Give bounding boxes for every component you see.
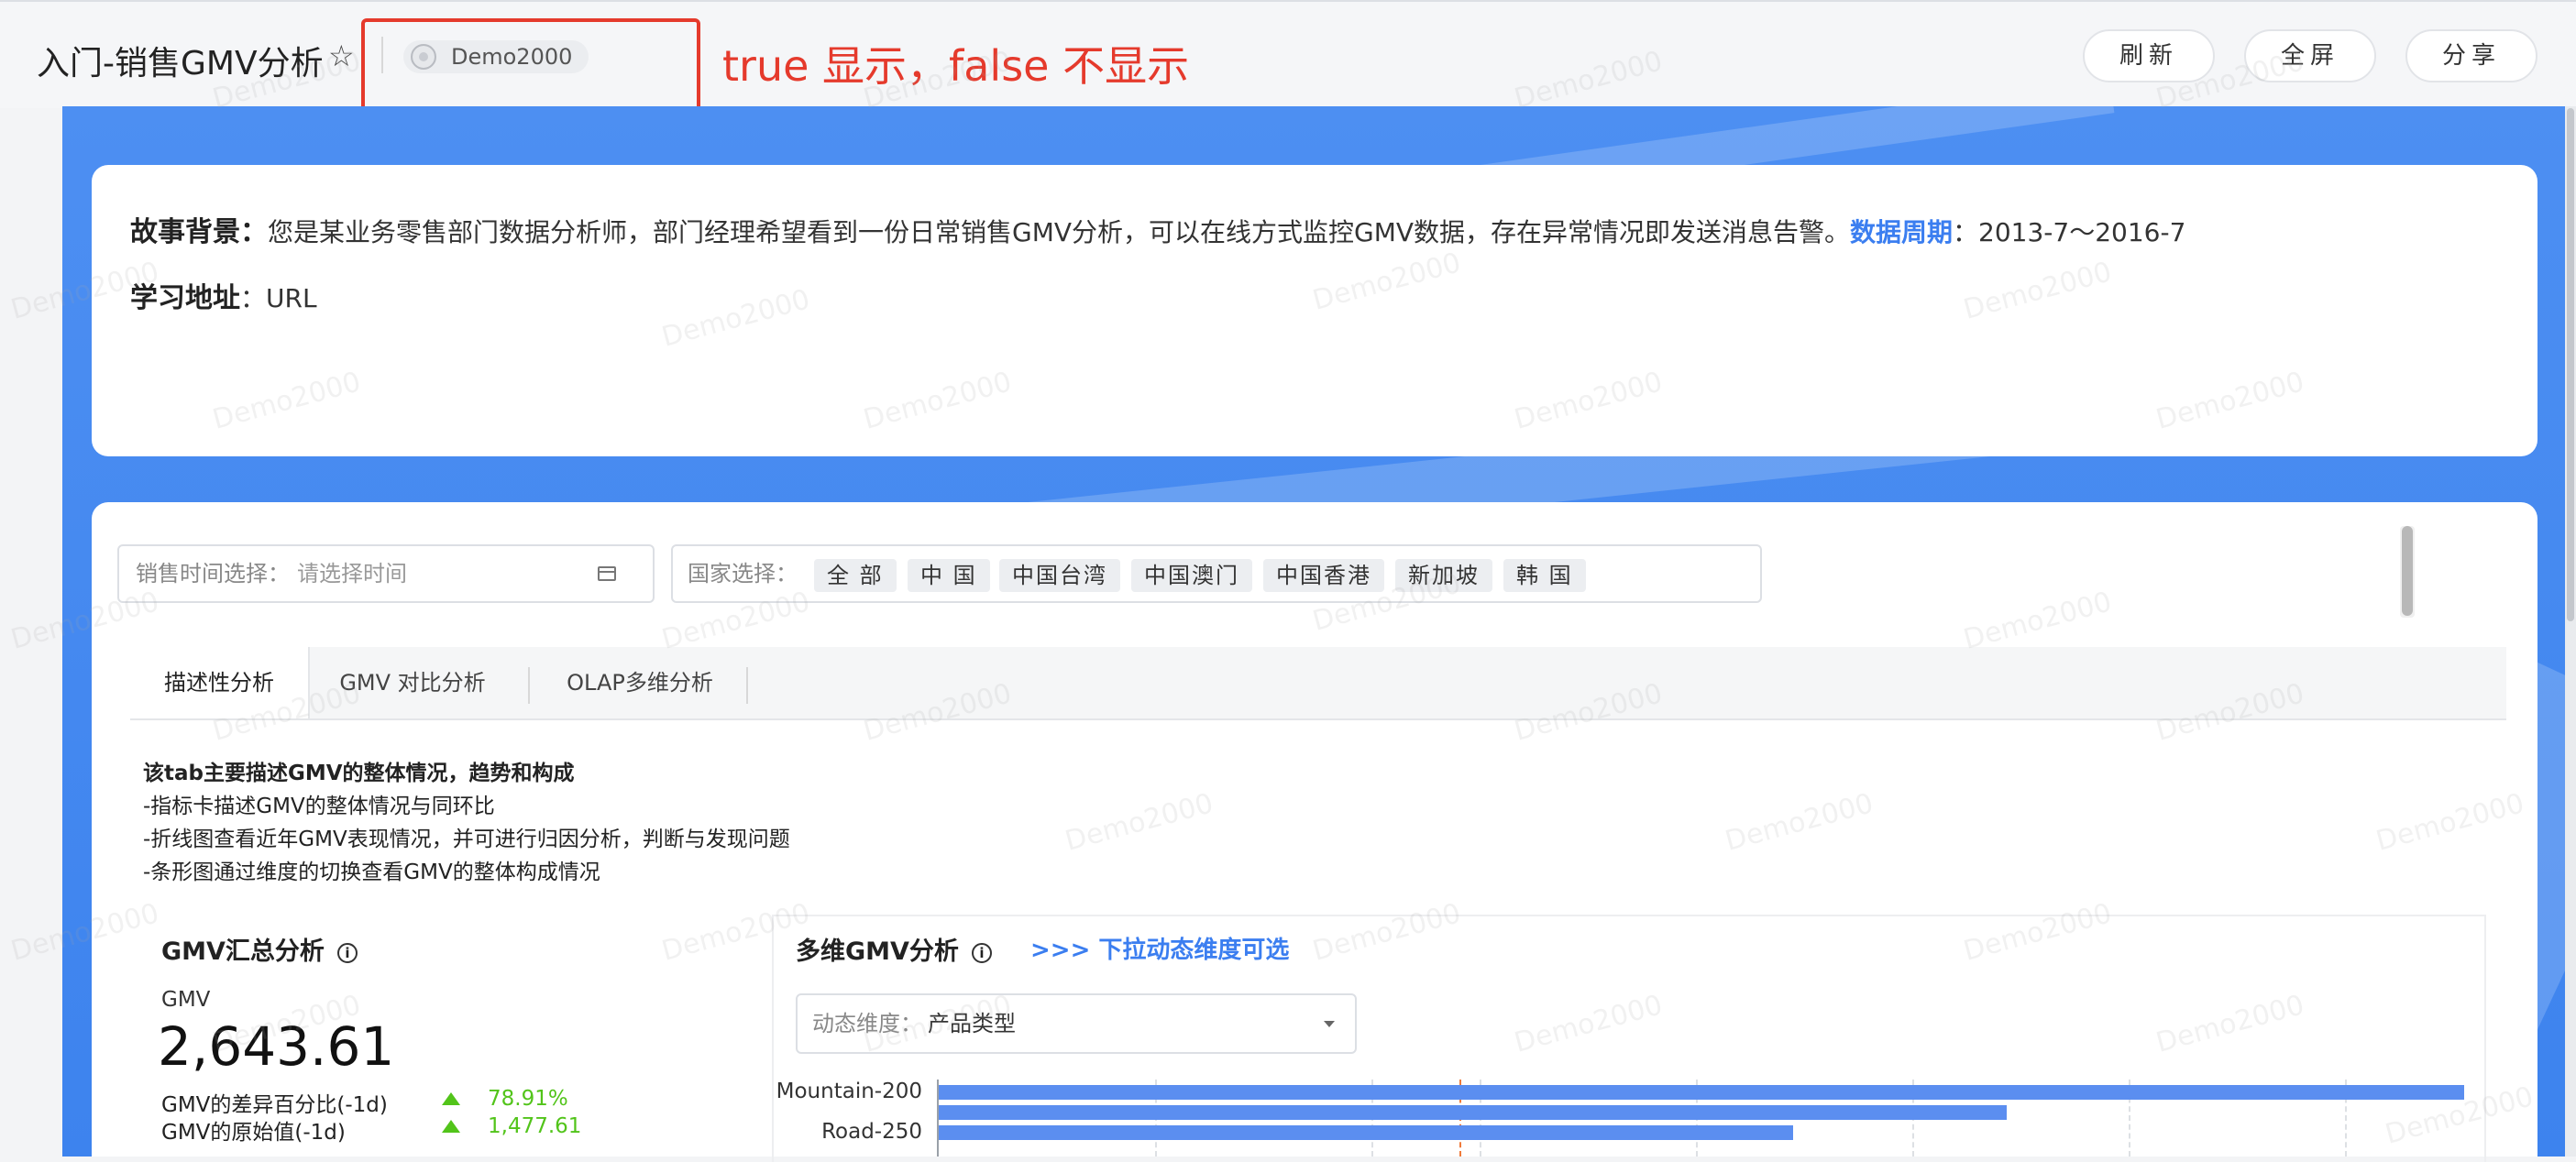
sale-time-label: 销售时间选择： — [136, 561, 290, 586]
tab-description: 该tab主要描述GMV的整体情况，趋势和构成 -指标卡描述GMV的整体情况与同环… — [143, 757, 790, 889]
chart-bar[interactable] — [939, 1105, 2007, 1120]
page-scrollbar[interactable] — [2565, 106, 2576, 1157]
chart-bar[interactable] — [939, 1125, 1793, 1140]
annotation-highlight-box — [361, 18, 700, 115]
country-filter: 国家选择： 全 部 中 国 中国台湾 中国澳门 中国香港 新加坡 韩 国 — [671, 544, 1762, 603]
dimension-select-label: 动态维度： — [812, 1011, 922, 1036]
up-arrow-icon — [442, 1120, 460, 1133]
refresh-button[interactable]: 刷新 — [2083, 29, 2215, 82]
info-icon[interactable]: i — [971, 942, 992, 963]
dimension-select-value: 产品类型 — [928, 1011, 1016, 1036]
tab-olap[interactable]: OLAP多维分析 — [530, 647, 750, 718]
country-chip-taiwan[interactable]: 中国台湾 — [999, 559, 1120, 592]
country-chip-korea[interactable]: 韩 国 — [1503, 559, 1586, 592]
country-chip-hongkong[interactable]: 中国香港 — [1263, 559, 1384, 592]
kpi-title-text: GMV汇总分析 — [161, 937, 325, 966]
kpi-raw-value: 1,477.61 — [488, 1114, 582, 1138]
story-background: 故事背景：您是某业务零售部门数据分析师，部门经理希望看到一份日常销售GMV分析，… — [130, 209, 2185, 249]
chart-category-label: Road-250 — [821, 1120, 922, 1144]
kpi-value: 2,643.61 — [158, 1015, 395, 1078]
dashboard-title: 入门-销售GMV分析 — [37, 45, 324, 82]
country-chip-all[interactable]: 全 部 — [814, 559, 897, 592]
multidim-title: 多维GMV分析 i — [796, 931, 992, 967]
up-arrow-icon — [442, 1092, 460, 1105]
sale-time-filter[interactable]: 销售时间选择： 请选择时间 — [117, 544, 655, 603]
share-button[interactable]: 分享 — [2405, 29, 2537, 82]
story-card: 故事背景：您是某业务零售部门数据分析师，部门经理希望看到一份日常销售GMV分析，… — [92, 165, 2537, 456]
description-heading: 该tab主要描述GMV的整体情况，趋势和构成 — [143, 762, 575, 785]
favorite-star-icon[interactable]: ☆ — [328, 38, 355, 73]
country-chip-china[interactable]: 中 国 — [908, 559, 990, 592]
info-icon[interactable]: i — [336, 942, 358, 963]
chart-category-label: Mountain-200 — [776, 1080, 922, 1103]
study-url-label: 学习地址 — [130, 282, 240, 314]
kpi-raw-row: GMV的原始值(-1d) 1,477.61 — [161, 1114, 581, 1146]
gmv-bar-chart: Mountain-200 Road-250 — [772, 1080, 2486, 1157]
sale-time-placeholder[interactable]: 请选择时间 — [297, 561, 407, 586]
country-chip-macau[interactable]: 中国澳门 — [1131, 559, 1252, 592]
kpi-diff-row: GMV的差异百分比(-1d) 78.91% — [161, 1087, 568, 1118]
fullscreen-button[interactable]: 全屏 — [2244, 29, 2376, 82]
description-line: -条形图通过维度的切换查看GMV的整体构成情况 — [143, 861, 600, 884]
multidim-hint: >>> 下拉动态维度可选 — [1030, 937, 1290, 964]
filter-scroll-thumb[interactable] — [2402, 526, 2413, 616]
tab-bar: 描述性分析 GMV 对比分析 OLAP多维分析 — [130, 647, 2506, 720]
tab-descriptive[interactable]: 描述性分析 — [130, 647, 310, 718]
country-chip-singapore[interactable]: 新加坡 — [1395, 559, 1492, 592]
filter-scrollbar[interactable] — [2400, 526, 2415, 618]
kpi-card-title: GMV汇总分析 i — [161, 931, 358, 967]
data-period-label: 数据周期 — [1850, 217, 1954, 247]
data-period-value: ：2013-7～2016-7 — [1953, 217, 2186, 247]
annotation-text: true 显示，false 不显示 — [722, 41, 1190, 91]
kpi-raw-label: GMV的原始值(-1d) — [161, 1121, 346, 1145]
chart-bar[interactable] — [939, 1085, 2464, 1100]
tab-gmv-compare[interactable]: GMV 对比分析 — [314, 647, 512, 718]
chevron-down-icon[interactable] — [1324, 1021, 1335, 1027]
kpi-label: GMV — [161, 988, 211, 1012]
page-scroll-thumb[interactable] — [2567, 108, 2574, 621]
description-line: -指标卡描述GMV的整体情况与同环比 — [143, 795, 495, 818]
calendar-icon[interactable] — [598, 566, 616, 581]
country-filter-label: 国家选择： — [688, 561, 798, 586]
analysis-panel: 销售时间选择： 请选择时间 国家选择： 全 部 中 国 中国台湾 中国澳门 中国香… — [92, 502, 2537, 1162]
description-line: -折线图查看近年GMV表现情况，并可进行归因分析，判断与发现问题 — [143, 828, 790, 851]
kpi-diff-value: 78.91% — [488, 1087, 568, 1111]
tab-divider — [746, 667, 748, 704]
study-url-value[interactable]: ：URL — [240, 283, 317, 313]
story-bg-text: 您是某业务零售部门数据分析师，部门经理希望看到一份日常销售GMV分析，可以在线方… — [268, 217, 1851, 247]
study-url: 学习地址：URL — [130, 275, 317, 315]
top-bar: 入门-销售GMV分析 ☆ Demo2000 true 显示，false 不显示 … — [0, 0, 2576, 115]
multidim-title-text: 多维GMV分析 — [796, 937, 959, 966]
dimension-select[interactable]: 动态维度： 产品类型 — [796, 993, 1357, 1054]
story-bg-label: 故事背景： — [130, 216, 268, 248]
